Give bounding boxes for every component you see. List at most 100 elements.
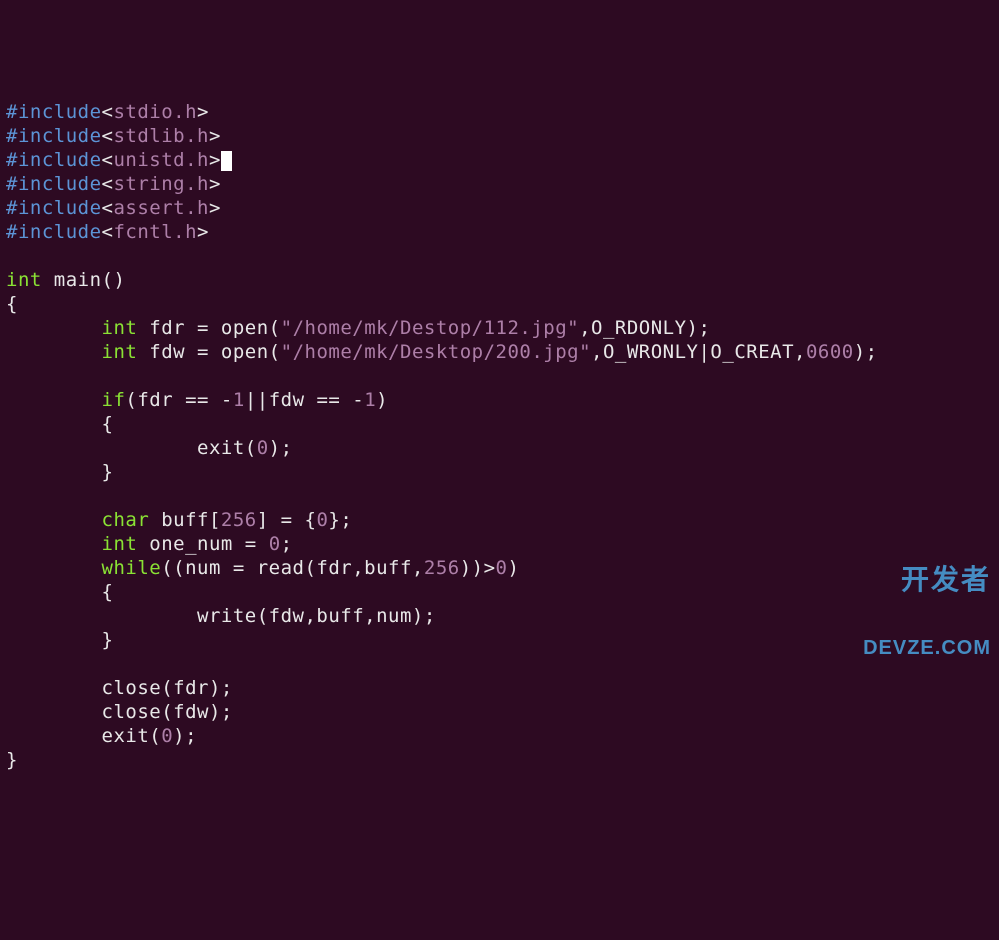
- code-line: close(fdr);: [6, 676, 993, 700]
- code-token: one_num =: [137, 533, 268, 555]
- code-token: fcntl.h: [113, 221, 197, 243]
- code-token: 0: [257, 437, 269, 459]
- code-token: );: [173, 725, 197, 747]
- code-token: 256: [221, 509, 257, 531]
- code-token: }: [6, 629, 113, 651]
- code-token: exit(: [6, 437, 257, 459]
- watermark: 开发者 DEVZE.COM: [863, 523, 991, 680]
- code-line: [6, 244, 993, 268]
- code-token: ((num = read(fdr,buff,: [161, 557, 424, 579]
- code-token: >: [209, 173, 221, 195]
- code-token: 0: [316, 509, 328, 531]
- code-token: ): [376, 389, 388, 411]
- text-cursor: [221, 151, 232, 171]
- code-token: #include: [6, 221, 102, 243]
- code-token: 0: [269, 533, 281, 555]
- code-line: int fdw = open("/home/mk/Desktop/200.jpg…: [6, 340, 993, 364]
- code-token: #include: [6, 125, 102, 147]
- code-token: ] = {: [257, 509, 317, 531]
- code-token: int: [102, 533, 138, 555]
- code-line: {: [6, 580, 993, 604]
- code-token: [6, 341, 102, 363]
- code-line: int main(): [6, 268, 993, 292]
- code-token: <: [102, 101, 114, 123]
- code-token: 1: [364, 389, 376, 411]
- code-token: main(): [42, 269, 126, 291]
- code-token: >: [209, 197, 221, 219]
- code-line: int one_num = 0;: [6, 532, 993, 556]
- code-token: <: [102, 221, 114, 243]
- code-line: [6, 652, 993, 676]
- code-line: exit(0);: [6, 724, 993, 748]
- code-token: close(fdr);: [6, 677, 233, 699]
- code-token: ))>: [460, 557, 496, 579]
- code-token: unistd.h: [113, 149, 209, 171]
- code-token: ,O_RDONLY);: [579, 317, 710, 339]
- code-token: [6, 557, 102, 579]
- code-line: [6, 484, 993, 508]
- code-line: exit(0);: [6, 436, 993, 460]
- code-token: stdlib.h: [113, 125, 209, 147]
- code-token: #include: [6, 197, 102, 219]
- code-line: char buff[256] = {0};: [6, 508, 993, 532]
- code-token: };: [328, 509, 352, 531]
- code-token: 0: [496, 557, 508, 579]
- code-token: {: [6, 293, 18, 315]
- code-line: while((num = read(fdr,buff,256))>0): [6, 556, 993, 580]
- code-token: fdr = open(: [137, 317, 280, 339]
- code-token: exit(: [6, 725, 161, 747]
- code-token: <: [102, 173, 114, 195]
- code-token: }: [6, 749, 18, 771]
- code-token: if: [102, 389, 126, 411]
- code-token: ;: [281, 533, 293, 555]
- code-token: >: [209, 149, 221, 171]
- code-line: #include<stdlib.h>: [6, 124, 993, 148]
- code-token: <: [102, 149, 114, 171]
- code-line: if(fdr == -1||fdw == -1): [6, 388, 993, 412]
- code-token: #include: [6, 173, 102, 195]
- code-line: #include<unistd.h>: [6, 148, 993, 172]
- code-token: 0600: [806, 341, 854, 363]
- code-token: assert.h: [113, 197, 209, 219]
- code-token: <: [102, 125, 114, 147]
- code-line: close(fdw);: [6, 700, 993, 724]
- code-token: [6, 509, 102, 531]
- code-token: stdio.h: [113, 101, 197, 123]
- code-token: [6, 389, 102, 411]
- code-token: 0: [161, 725, 173, 747]
- code-token: #include: [6, 149, 102, 171]
- code-token: );: [269, 437, 293, 459]
- code-editor[interactable]: #include<stdio.h>#include<stdlib.h>#incl…: [6, 100, 993, 772]
- code-token: }: [6, 461, 113, 483]
- code-line: #include<assert.h>: [6, 196, 993, 220]
- watermark-line2: DEVZE.COM: [863, 637, 991, 659]
- code-token: int: [102, 317, 138, 339]
- code-token: [6, 317, 102, 339]
- code-line: [6, 364, 993, 388]
- code-line: int fdr = open("/home/mk/Destop/112.jpg"…: [6, 316, 993, 340]
- code-line: write(fdw,buff,num);: [6, 604, 993, 628]
- code-token: write(fdw,buff,num);: [6, 605, 436, 627]
- code-token: [6, 533, 102, 555]
- code-token: >: [209, 125, 221, 147]
- code-token: (fdr == -: [125, 389, 232, 411]
- code-line: }: [6, 460, 993, 484]
- code-token: #include: [6, 101, 102, 123]
- code-token: int: [6, 269, 42, 291]
- code-token: char: [102, 509, 150, 531]
- code-token: );: [854, 341, 878, 363]
- code-line: #include<fcntl.h>: [6, 220, 993, 244]
- code-token: "/home/mk/Desktop/200.jpg": [281, 341, 591, 363]
- code-token: "/home/mk/Destop/112.jpg": [281, 317, 579, 339]
- code-line: {: [6, 412, 993, 436]
- code-line: #include<string.h>: [6, 172, 993, 196]
- code-token: int: [102, 341, 138, 363]
- code-line: }: [6, 628, 993, 652]
- code-token: close(fdw);: [6, 701, 233, 723]
- code-line: #include<stdio.h>: [6, 100, 993, 124]
- code-token: 256: [424, 557, 460, 579]
- code-token: <: [102, 197, 114, 219]
- code-token: ||fdw == -: [245, 389, 364, 411]
- code-token: >: [197, 101, 209, 123]
- watermark-line1: 开发者: [863, 565, 991, 596]
